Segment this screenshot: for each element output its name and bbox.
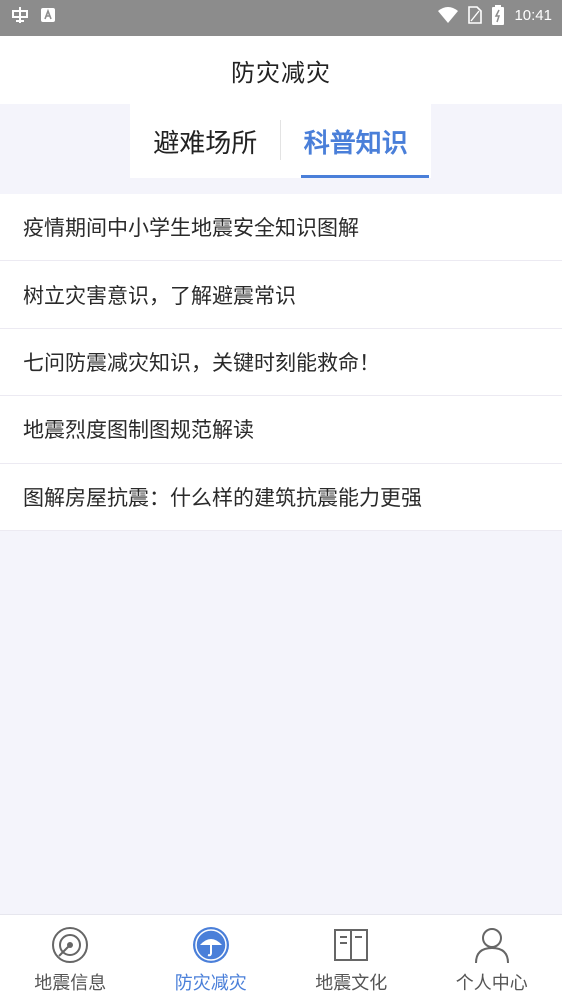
list-item[interactable]: 树立灾害意识，了解避震常识 [0,261,562,329]
radar-icon [52,927,89,963]
battery-icon [492,5,505,25]
nav-label-profile: 个人中心 [455,973,528,994]
nav-label-earthquake-culture: 地震文化 [315,973,388,994]
nav-item-earthquake-info[interactable]: 地震信息 [0,915,141,999]
status-bar: 10:41 [0,0,562,36]
book-icon [334,929,369,961]
list-item[interactable]: 图解房屋抗震：什么样的建筑抗震能力更强 [0,464,562,531]
page-title: 防灾减灾 [231,58,331,87]
list-item[interactable]: 疫情期间中小学生地震安全知识图解 [0,194,562,262]
tab-science-knowledge[interactable]: 科普知识 [281,104,432,178]
nav-label-disaster-prevention: 防灾减灾 [174,973,247,994]
list-item[interactable]: 地震烈度图制图规范解读 [0,396,562,464]
bottom-nav: 地震信息 防灾减灾 地震文化 个人中心 [0,914,562,999]
status-time: 10:41 [514,6,552,24]
nav-item-disaster-prevention[interactable]: 防灾减灾 [141,915,282,999]
notification-a-icon [41,8,55,22]
sim-icon [468,6,483,24]
app-screen: 10:41 防灾减灾 避难场所 科普知识 疫情期间中小学生地震安全知识图解 树立… [0,0,562,999]
nav-item-profile[interactable]: 个人中心 [422,915,562,999]
article-list: 疫情期间中小学生地震安全知识图解 树立灾害意识，了解避震常识 七问防震减灾知识，… [0,194,562,531]
person-icon [474,928,509,964]
nav-label-earthquake-info: 地震信息 [34,973,107,994]
segment-tabs: 避难场所 科普知识 [130,104,431,178]
carrier-icon [12,7,28,23]
tab-shelters[interactable]: 避难场所 [130,104,281,178]
nav-item-earthquake-culture[interactable]: 地震文化 [281,915,422,999]
app-header: 防灾减灾 [0,36,562,104]
umbrella-icon [192,927,229,963]
list-item[interactable]: 七问防震减灾知识，关键时刻能救命！ [0,329,562,397]
wifi-icon [438,7,459,23]
